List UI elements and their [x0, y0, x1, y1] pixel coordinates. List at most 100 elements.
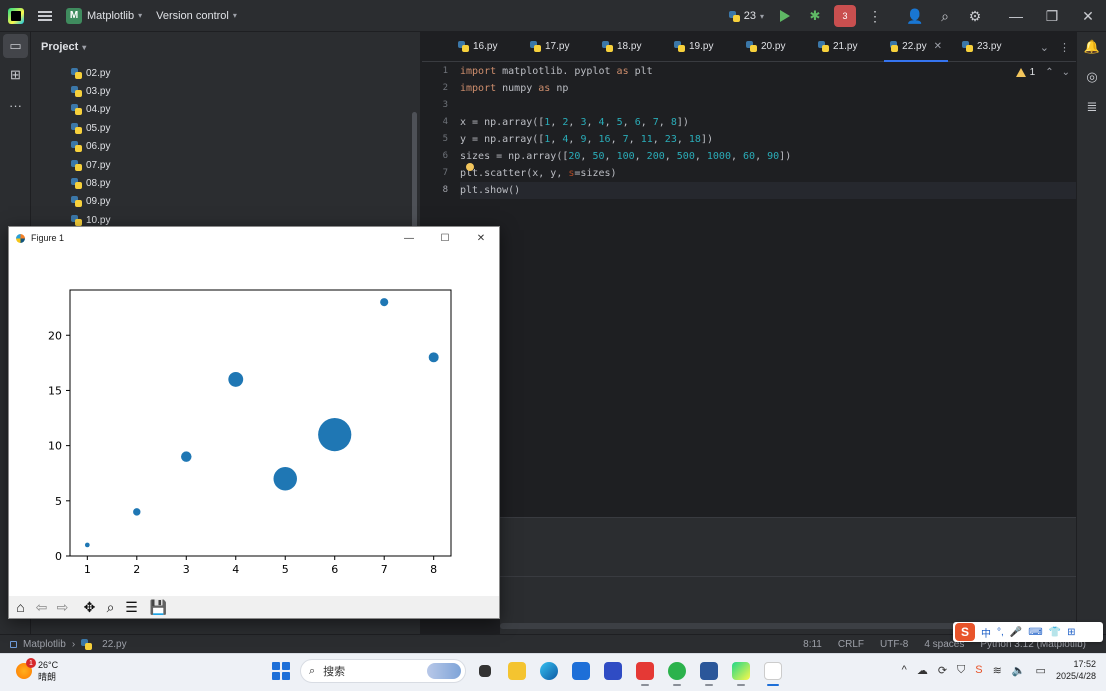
inspection-widget[interactable]: 1 ⌃ ⌄ — [1015, 67, 1070, 78]
battery-icon[interactable]: ▭ — [1036, 664, 1046, 677]
figure-minimize-button[interactable]: — — [391, 227, 427, 249]
breadcrumb-project[interactable]: Matplotlib — [23, 639, 66, 650]
punctuation-icon[interactable]: °, — [997, 627, 1004, 638]
project-tool-button[interactable]: ▭ — [3, 34, 28, 58]
figure-maximize-button[interactable]: ☐ — [427, 227, 463, 249]
word-button[interactable] — [696, 658, 722, 686]
apps-grid-icon[interactable]: ⊞ — [1067, 627, 1075, 638]
code-line[interactable]: sizes = np.array([20, 50, 100, 200, 500,… — [460, 148, 1076, 165]
subplots-config-icon[interactable]: ☰ — [122, 597, 141, 617]
sogou-tray-icon[interactable]: S — [975, 664, 982, 676]
chevron-up-icon[interactable]: ^ — [902, 664, 907, 676]
main-menu-icon[interactable] — [38, 10, 52, 21]
weather-widget[interactable]: 1 26°C 晴朗 — [16, 658, 58, 683]
close-tab-icon[interactable]: ✕ — [934, 41, 942, 52]
structure-tool-button[interactable]: ⊞ — [0, 60, 31, 90]
project-scrollbar[interactable] — [412, 112, 417, 232]
chevron-up-icon[interactable]: ⌃ — [1045, 67, 1053, 78]
caret-position[interactable]: 8:11 — [803, 639, 822, 650]
file-tree-item[interactable]: 09.py — [71, 193, 110, 211]
ime-mode[interactable]: 中 — [981, 625, 991, 640]
editor-tab[interactable]: 19.py — [664, 32, 736, 62]
save-figure-icon[interactable]: 💾 — [149, 597, 168, 617]
add-user-icon[interactable]: 👤 — [900, 0, 930, 32]
cloud-icon[interactable]: ☁ — [917, 664, 928, 677]
start-button[interactable] — [268, 658, 294, 684]
project-name-dropdown[interactable]: Matplotlib — [87, 10, 134, 22]
editor-tab[interactable]: 22.py ✕ — [880, 32, 952, 62]
search-icon[interactable]: ⌕ — [930, 0, 960, 32]
pen-app-button[interactable] — [600, 658, 626, 684]
more-tools-button[interactable]: ··· — [0, 90, 31, 120]
file-tree-item[interactable]: 07.py — [71, 156, 110, 174]
taskbar-search[interactable]: ⌕ 搜索 — [300, 659, 466, 683]
code-line[interactable] — [460, 97, 1076, 114]
matplotlib-taskbar-button[interactable] — [760, 658, 786, 686]
editor-tab[interactable]: 20.py — [736, 32, 808, 62]
file-tree-item[interactable]: 04.py — [71, 101, 110, 119]
figure-title-bar[interactable]: Figure 1 — ☐ ✕ — [9, 227, 499, 249]
line-separator[interactable]: CRLF — [838, 639, 864, 650]
file-encoding[interactable]: UTF-8 — [880, 639, 908, 650]
wps-button[interactable] — [632, 658, 658, 686]
scatter-chart[interactable]: 1 2 3 4 5 6 7 8 0 5 10 15 20 — [9, 249, 499, 596]
code-line[interactable]: import matplotlib. pyplot as plt — [460, 63, 1076, 80]
version-control-dropdown[interactable]: Version control — [156, 10, 229, 22]
ai-assistant-icon[interactable]: ◎ — [1077, 62, 1106, 92]
project-badge[interactable]: M — [66, 7, 82, 24]
skin-icon[interactable]: 👕 — [1049, 627, 1061, 638]
code-line[interactable]: y = np.array([1, 4, 9, 16, 7, 11, 23, 18… — [460, 131, 1076, 148]
edge-browser-button[interactable] — [536, 658, 562, 684]
sogou-logo-icon[interactable]: S — [955, 623, 975, 641]
sync-icon[interactable]: ⟳ — [938, 664, 947, 677]
task-view-button[interactable] — [472, 658, 498, 684]
settings-gear-icon[interactable]: ⚙ — [960, 0, 990, 32]
chevron-down-icon[interactable]: ⌄ — [1040, 41, 1049, 54]
database-icon[interactable]: ≣ — [1077, 92, 1106, 122]
restore-button[interactable]: ❐ — [1034, 0, 1070, 32]
stop-button[interactable]: 3 — [830, 0, 860, 32]
file-tree-item[interactable]: 02.py — [71, 64, 110, 82]
file-tree-item[interactable]: 06.py — [71, 138, 110, 156]
more-actions-icon[interactable]: ⋮ — [860, 0, 890, 32]
code-line[interactable]: x = np.array([1, 2, 3, 4, 5, 6, 7, 8]) — [460, 114, 1076, 131]
wifi-icon[interactable]: ≋ — [993, 664, 1002, 677]
microphone-icon[interactable]: 🎤 — [1010, 627, 1022, 638]
file-tree-item[interactable]: 08.py — [71, 174, 110, 192]
file-tree-item[interactable]: 03.py — [71, 82, 110, 100]
back-arrow-icon[interactable]: ⇦ — [32, 597, 51, 617]
forward-arrow-icon[interactable]: ⇨ — [53, 597, 72, 617]
keyboard-icon[interactable]: ⌨ — [1028, 627, 1042, 638]
more-tabs-icon[interactable]: ⋮ — [1059, 41, 1070, 54]
notifications-bell-icon[interactable]: 🔔 — [1077, 32, 1106, 62]
zoom-magnifier-icon[interactable]: ⌕ — [101, 597, 120, 617]
security-icon[interactable]: ⛉ — [957, 664, 965, 677]
figure-close-button[interactable]: ✕ — [463, 227, 499, 249]
editor-tab[interactable]: 16.py — [448, 32, 520, 62]
pycharm-logo-icon[interactable] — [8, 7, 24, 24]
run-button[interactable] — [770, 0, 800, 32]
home-icon[interactable]: ⌂ — [11, 597, 30, 617]
file-explorer-button[interactable] — [504, 658, 530, 684]
minimize-button[interactable]: — — [998, 0, 1034, 32]
volume-icon[interactable]: 🔈 — [1012, 664, 1026, 677]
code-line[interactable]: plt.scatter(x, y, s=sizes) — [460, 165, 1076, 182]
code-line[interactable]: plt.show() — [460, 182, 1076, 199]
chevron-down-icon[interactable]: ⌄ — [1062, 67, 1070, 78]
debug-button[interactable]: ✱ — [800, 0, 830, 32]
python-interpreter-selector[interactable]: 23 ▾ — [728, 10, 764, 22]
pycharm-taskbar-button[interactable] — [728, 658, 754, 686]
editor-tab[interactable]: 17.py — [520, 32, 592, 62]
code-line[interactable]: import numpy as np — [460, 80, 1076, 97]
file-tree-item[interactable]: 05.py — [71, 119, 110, 137]
wechat-button[interactable] — [664, 658, 690, 686]
editor-tab[interactable]: 21.py — [808, 32, 880, 62]
breadcrumb-file[interactable]: 22.py — [102, 639, 126, 650]
pan-move-icon[interactable]: ✥ — [80, 597, 99, 617]
editor-tab[interactable]: 18.py — [592, 32, 664, 62]
editor-tab[interactable]: 23.py — [952, 32, 1024, 62]
store-button[interactable] — [568, 658, 594, 684]
clock[interactable]: 17:52 2025/4/28 — [1056, 658, 1096, 682]
project-panel-header[interactable]: Project ▾ — [31, 32, 420, 62]
intention-bulb-icon[interactable] — [466, 163, 474, 171]
